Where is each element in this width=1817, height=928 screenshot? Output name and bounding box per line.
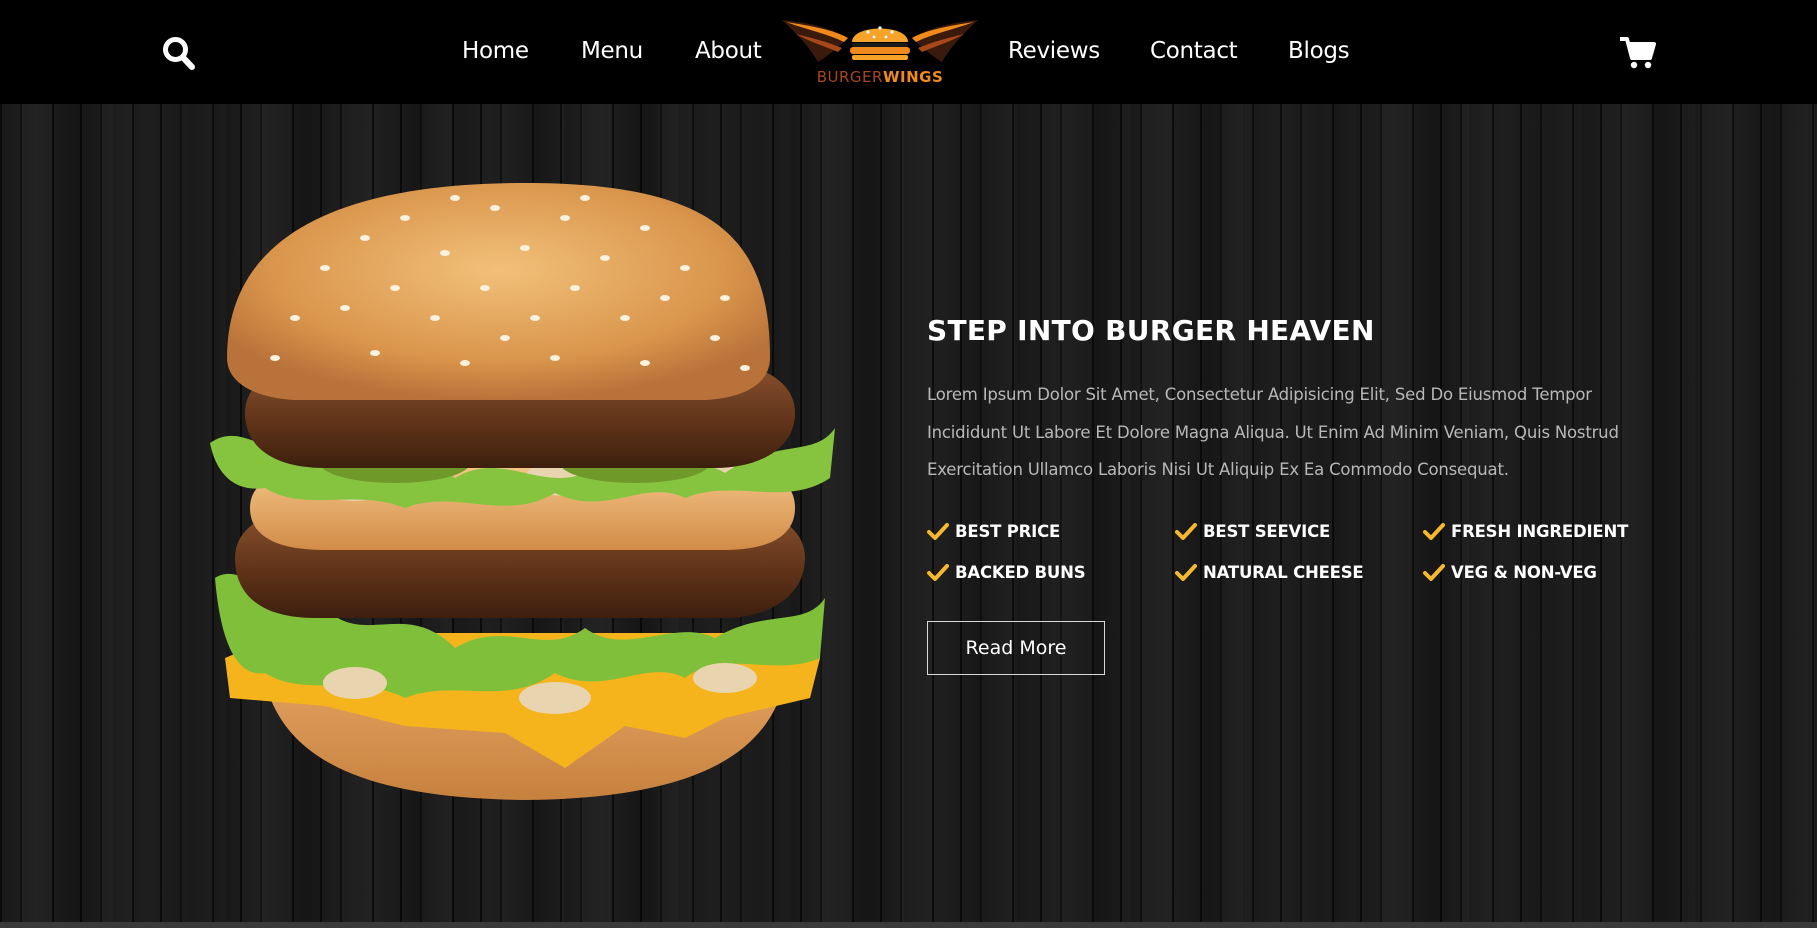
feature-label: NATURAL CHEESE [1203, 563, 1364, 582]
check-icon [1423, 522, 1445, 540]
nav-menu[interactable]: Menu [581, 38, 643, 64]
logo-burger-wings-icon [782, 20, 978, 62]
hero-paragraph: Lorem Ipsum Dolor Sit Amet, Consectetur … [927, 385, 1619, 479]
feature-item: BEST PRICE [927, 522, 1060, 541]
nav-contact[interactable]: Contact [1150, 38, 1238, 64]
logo-text-wings: WINGS [882, 68, 944, 86]
nav-blogs[interactable]: Blogs [1288, 38, 1350, 64]
feature-list: BEST PRICE BEST SEEVICE FRESH INGREDIENT… [927, 522, 1647, 612]
feature-label: VEG & NON-VEG [1451, 563, 1597, 582]
bottom-divider [0, 922, 1817, 928]
check-icon [927, 522, 949, 540]
check-icon [1423, 563, 1445, 581]
nav-home[interactable]: Home [462, 38, 529, 64]
feature-item: BACKED BUNS [927, 563, 1086, 582]
feature-item: BEST SEEVICE [1175, 522, 1330, 541]
logo-text-burger: BURGER [816, 68, 883, 86]
feature-label: BACKED BUNS [955, 563, 1086, 582]
check-icon [1175, 563, 1197, 581]
shopping-cart-icon[interactable] [1619, 36, 1656, 70]
nav-about[interactable]: About [695, 38, 762, 64]
burger-image [205, 178, 845, 808]
feature-item: NATURAL CHEESE [1175, 563, 1364, 582]
feature-item: FRESH INGREDIENT [1423, 522, 1628, 541]
feature-label: FRESH INGREDIENT [1451, 522, 1629, 541]
check-icon [927, 563, 949, 581]
feature-label: BEST PRICE [955, 522, 1061, 541]
feature-item: VEG & NON-VEG [1423, 563, 1597, 582]
check-icon [1175, 522, 1197, 540]
logo-text: BURGERWINGS [782, 68, 978, 86]
read-more-button[interactable]: Read More [927, 621, 1105, 675]
hero-title: STEP INTO BURGER HEAVEN [927, 314, 1375, 347]
search-icon[interactable] [162, 36, 196, 72]
nav-reviews[interactable]: Reviews [1008, 38, 1100, 64]
site-logo[interactable]: BURGERWINGS [782, 12, 978, 92]
site-header: Home Menu About BURGERWINGS Reviews Cont… [0, 0, 1817, 104]
feature-label: BEST SEEVICE [1203, 522, 1331, 541]
